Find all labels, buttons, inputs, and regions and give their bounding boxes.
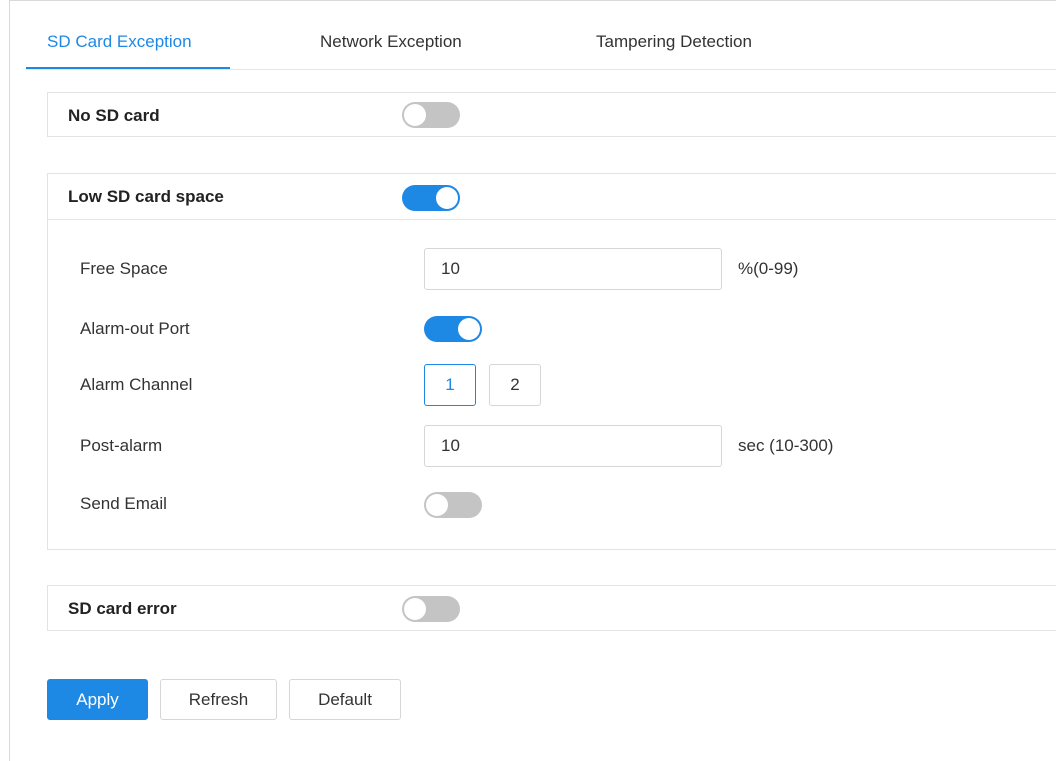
frame-left-border — [9, 0, 10, 761]
no-sd-card-title: No SD card — [68, 106, 160, 125]
free-space-input[interactable]: 10 — [424, 248, 722, 290]
toggle-knob — [404, 598, 426, 620]
apply-button[interactable]: Apply — [47, 679, 148, 720]
tabs-divider — [26, 69, 1056, 70]
low-sd-card-space-panel: Low SD card space Free Space 10 %(0-99) … — [47, 173, 1056, 550]
toggle-knob — [458, 318, 480, 340]
tab-tampering-detection[interactable]: Tampering Detection — [596, 20, 752, 70]
post-alarm-unit: sec (10-300) — [738, 436, 834, 455]
panel-divider — [48, 219, 1056, 220]
alarm-channel-1[interactable]: 1 — [424, 364, 476, 406]
alarm-out-port-toggle[interactable] — [424, 316, 482, 342]
sd-card-error-title: SD card error — [68, 599, 177, 618]
no-sd-card-panel: No SD card — [47, 92, 1056, 137]
toggle-knob — [404, 104, 426, 126]
tab-network-exception[interactable]: Network Exception — [320, 20, 462, 70]
alarm-channel-label: Alarm Channel — [80, 375, 193, 394]
default-button[interactable]: Default — [289, 679, 401, 720]
frame-top-border — [9, 0, 1056, 1]
tab-bar: SD Card Exception Network Exception Tamp… — [26, 20, 1056, 70]
tab-sd-card-exception[interactable]: SD Card Exception — [47, 20, 192, 70]
low-sd-card-space-title: Low SD card space — [68, 187, 224, 206]
alarm-out-port-label: Alarm-out Port — [80, 319, 190, 338]
post-alarm-input[interactable]: 10 — [424, 425, 722, 467]
no-sd-card-header: No SD card — [48, 93, 1056, 138]
sd-card-error-header: SD card error — [48, 586, 1056, 631]
low-sd-card-space-header: Low SD card space — [48, 174, 1056, 219]
post-alarm-label: Post-alarm — [80, 436, 163, 455]
free-space-unit: %(0-99) — [738, 259, 799, 278]
send-email-toggle[interactable] — [424, 492, 482, 518]
toggle-knob — [436, 187, 458, 209]
free-space-label: Free Space — [80, 259, 168, 278]
refresh-button[interactable]: Refresh — [160, 679, 277, 720]
alarm-channel-2[interactable]: 2 — [489, 364, 541, 406]
low-sd-card-space-toggle[interactable] — [402, 185, 460, 211]
no-sd-card-toggle[interactable] — [402, 102, 460, 128]
toggle-knob — [426, 494, 448, 516]
sd-card-error-panel: SD card error — [47, 585, 1056, 631]
sd-card-error-toggle[interactable] — [402, 596, 460, 622]
send-email-label: Send Email — [80, 494, 167, 513]
